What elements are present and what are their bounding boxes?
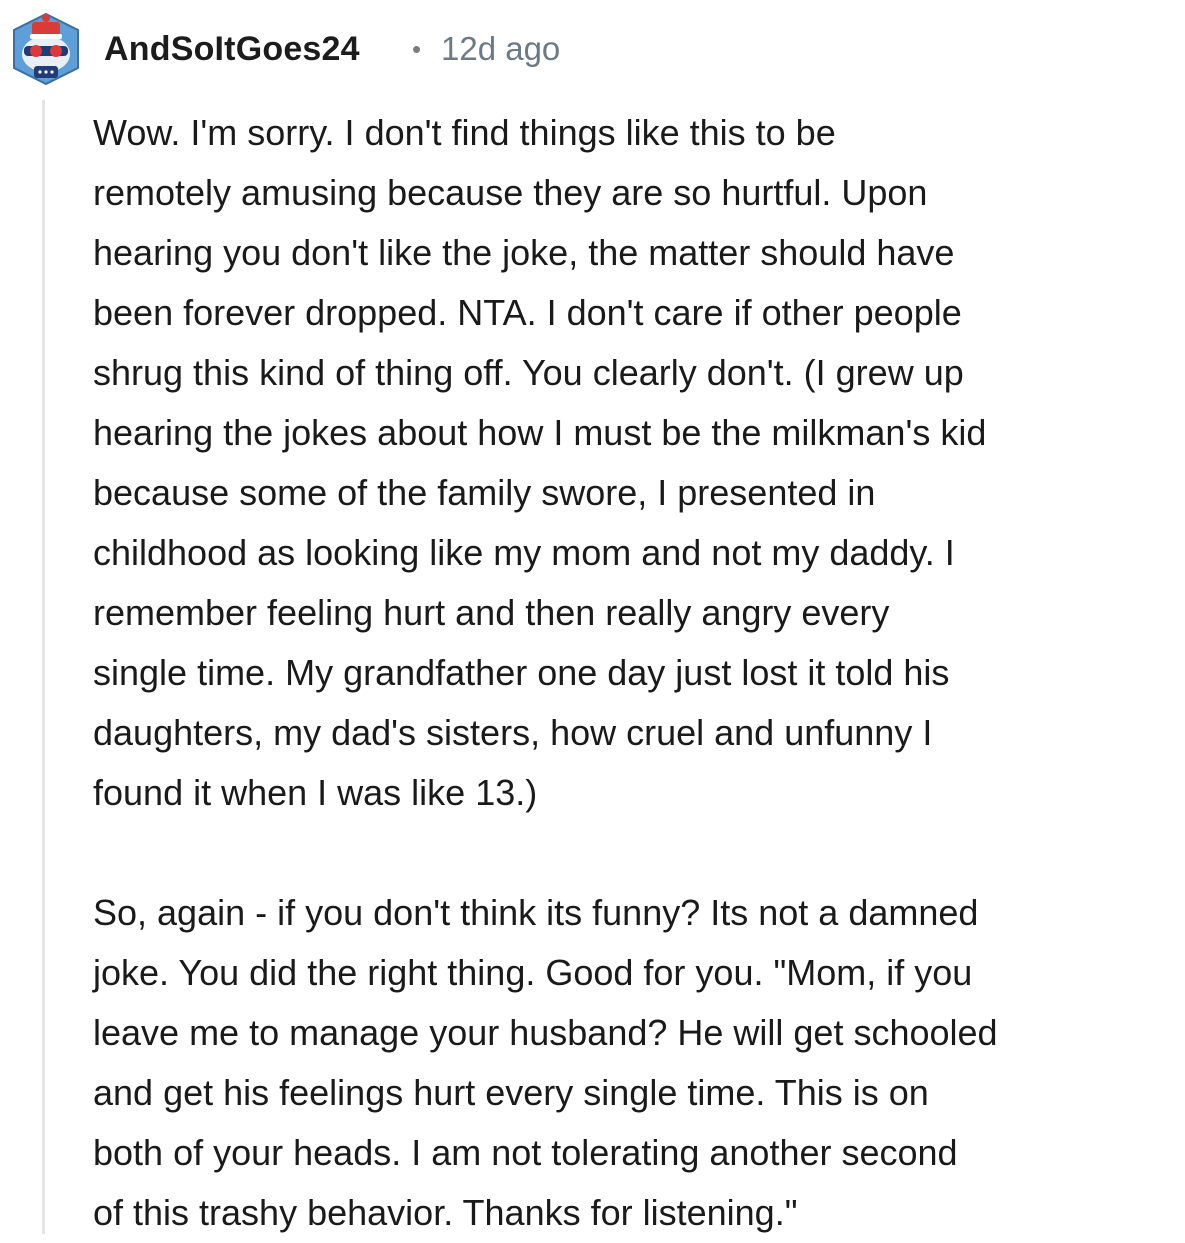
snoo-avatar-icon (13, 12, 79, 86)
comment-text-line: shrug this kind of thing off. You clearl… (93, 352, 964, 393)
comment-text-line: joke. You did the right thing. Good for … (93, 952, 973, 993)
comment-header: AndSoItGoes24 • 12d ago (0, 0, 1185, 100)
comment-text-line: of this trashy behavior. Thanks for list… (93, 1192, 798, 1233)
comment-text-line: remotely amusing because they are so hur… (93, 172, 928, 213)
comment-body: Wow. I'm sorry. I don't find things like… (93, 103, 1183, 1243)
comment-text-line: both of your heads. I am not tolerating … (93, 1132, 958, 1173)
avatar[interactable] (8, 8, 84, 88)
comment-text-line: found it when I was like 13.) (93, 772, 538, 813)
username-link[interactable]: AndSoItGoes24 (104, 28, 360, 70)
comment-text-line: because some of the family swore, I pres… (93, 472, 876, 513)
comment-text-line: remember feeling hurt and then really an… (93, 592, 890, 633)
comment-text-line: Wow. I'm sorry. I don't find things like… (93, 112, 836, 153)
comment-text-line: childhood as looking like my mom and not… (93, 532, 955, 573)
thread-collapse-line[interactable] (42, 100, 45, 1234)
comment-text-line: So, again - if you don't think its funny… (93, 892, 979, 933)
comment-timestamp[interactable]: 12d ago (441, 28, 560, 70)
comment-text-line: leave me to manage your husband? He will… (93, 1012, 998, 1053)
comment-text-line: hearing the jokes about how I must be th… (93, 412, 987, 453)
meta-separator: • (412, 34, 422, 64)
comment-text-line: hearing you don't like the joke, the mat… (93, 232, 955, 273)
comment-text-line: daughters, my dad's sisters, how cruel a… (93, 712, 933, 753)
comment-text-line: single time. My grandfather one day just… (93, 652, 950, 693)
comment-text-line: and get his feelings hurt every single t… (93, 1072, 929, 1113)
comment-text-line: been forever dropped. NTA. I don't care … (93, 292, 962, 333)
